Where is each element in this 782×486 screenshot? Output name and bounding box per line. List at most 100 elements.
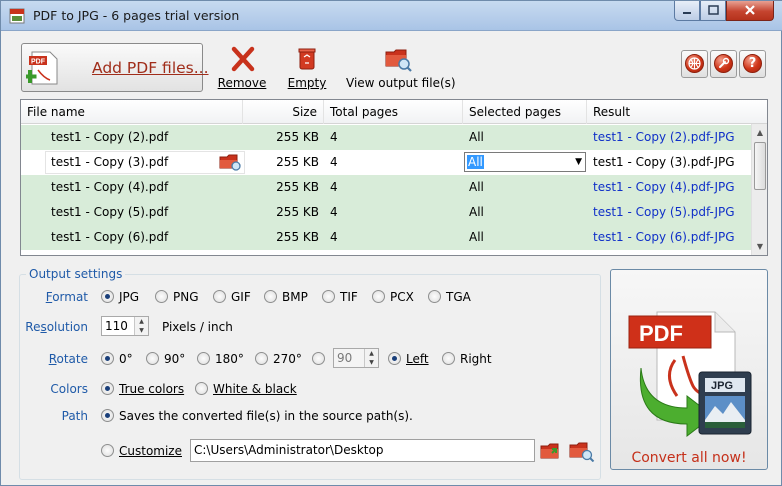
selected-pages-dropdown[interactable]: All ▼ xyxy=(464,152,586,172)
format-option-png[interactable]: PNG xyxy=(155,290,199,304)
radio-icon xyxy=(155,290,168,303)
radio-icon xyxy=(195,382,208,395)
format-option-bmp[interactable]: BMP xyxy=(264,290,308,304)
add-pdf-files-button[interactable]: PDF Add PDF files... xyxy=(21,43,209,92)
radio-icon xyxy=(101,409,114,422)
view-output-files-button[interactable]: View output file(s) xyxy=(346,45,456,93)
output-path-input[interactable]: C:\Users\Administrator\Desktop xyxy=(190,439,535,462)
radio-icon xyxy=(442,352,455,365)
remove-x-icon xyxy=(231,46,255,72)
vertical-scrollbar[interactable]: ▲ ▼ xyxy=(751,124,767,255)
pdf-badge: PDF xyxy=(639,321,683,346)
rotate-direction-left[interactable]: Left xyxy=(388,352,429,366)
column-header-size[interactable]: Size xyxy=(243,100,324,124)
convert-all-label: Convert all now! xyxy=(631,450,747,466)
remove-label: Remove xyxy=(217,76,267,90)
table-row[interactable]: test1 - Copy (6).pdf 255 KB 4 All test1 … xyxy=(21,225,751,250)
file-size-cell: 255 KB xyxy=(276,130,319,144)
help-icon: ? xyxy=(743,54,762,73)
result-link[interactable]: test1 - Copy (2).pdf-JPG xyxy=(593,125,751,150)
colors-option-true[interactable]: True colors xyxy=(101,382,184,396)
resolution-label: Resolution xyxy=(25,320,88,334)
spin-down-icon[interactable]: ▼ xyxy=(135,326,148,335)
selected-pages-cell[interactable]: All xyxy=(469,125,589,150)
chevron-down-icon: ▼ xyxy=(575,157,582,167)
scroll-up-icon[interactable]: ▲ xyxy=(752,124,767,141)
scroll-down-icon[interactable]: ▼ xyxy=(752,238,767,255)
resolution-stepper[interactable]: 110 ▲ ▼ xyxy=(101,316,149,336)
browse-folder-icon[interactable] xyxy=(540,441,562,461)
app-window: PDF to JPG - 6 pages trial version PDF A… xyxy=(0,0,782,486)
result-link[interactable]: test1 - Copy (3).pdf-JPG xyxy=(593,150,751,175)
svg-text:PDF: PDF xyxy=(31,59,46,66)
total-pages-cell: 4 xyxy=(330,180,338,194)
format-option-jpg[interactable]: JPG xyxy=(101,290,139,304)
path-label: Path xyxy=(61,409,88,423)
format-label: Format xyxy=(45,290,88,304)
column-header-file-name[interactable]: File name xyxy=(21,100,243,124)
radio-icon xyxy=(101,290,114,303)
format-option-tga[interactable]: TGA xyxy=(428,290,471,304)
total-pages-cell: 4 xyxy=(330,230,338,244)
spin-up-icon[interactable]: ▲ xyxy=(365,349,378,358)
format-option-tif[interactable]: TIF xyxy=(322,290,358,304)
column-header-selected-pages[interactable]: Selected pages xyxy=(463,100,587,124)
view-output-files-label: View output file(s) xyxy=(346,76,456,90)
colors-option-white-black[interactable]: White & black xyxy=(195,382,297,396)
selected-pages-cell[interactable]: All xyxy=(469,200,589,225)
radio-icon xyxy=(322,290,335,303)
table-row[interactable]: test1 - Copy (4).pdf 255 KB 4 All test1 … xyxy=(21,175,751,200)
resolution-value: 110 xyxy=(105,319,128,333)
path-option-source[interactable]: Saves the converted file(s) in the sourc… xyxy=(101,409,413,423)
minimize-icon xyxy=(683,12,691,14)
website-button[interactable] xyxy=(681,50,708,78)
app-icon xyxy=(9,8,25,24)
rotate-option-custom[interactable] xyxy=(312,352,330,366)
minimize-button[interactable] xyxy=(674,1,700,21)
table-row[interactable]: test1 - Copy (3).pdf 255 KB 4 All ▼ test… xyxy=(21,150,751,175)
result-link[interactable]: test1 - Copy (6).pdf-JPG xyxy=(593,225,751,250)
spin-down-icon[interactable]: ▼ xyxy=(365,358,378,367)
resolution-unit: Pixels / inch xyxy=(162,320,233,334)
open-folder-search-icon[interactable] xyxy=(569,440,595,462)
spin-up-icon[interactable]: ▲ xyxy=(135,317,148,326)
file-size-cell: 255 KB xyxy=(276,205,319,219)
pdf-to-jpg-icon: PDF JPG xyxy=(628,311,752,438)
result-link[interactable]: test1 - Copy (4).pdf-JPG xyxy=(593,175,751,200)
rotate-option-270[interactable]: 270° xyxy=(255,352,302,366)
file-size-cell: 255 KB xyxy=(276,180,319,194)
rotate-direction-right[interactable]: Right xyxy=(442,352,492,366)
radio-icon xyxy=(146,352,159,365)
file-name-cell: test1 - Copy (5).pdf xyxy=(51,205,169,219)
rotate-option-180[interactable]: 180° xyxy=(197,352,244,366)
rotate-option-90[interactable]: 90° xyxy=(146,352,185,366)
file-name-cell: test1 - Copy (2).pdf xyxy=(51,130,169,144)
column-header-result[interactable]: Result xyxy=(587,100,751,124)
result-link[interactable]: test1 - Copy (5).pdf-JPG xyxy=(593,200,751,225)
rotate-option-0[interactable]: 0° xyxy=(101,352,133,366)
table-row[interactable]: test1 - Copy (5).pdf 255 KB 4 All test1 … xyxy=(21,200,751,225)
remove-button[interactable]: Remove xyxy=(215,45,269,93)
jpg-badge: JPG xyxy=(711,380,733,392)
help-button[interactable]: ? xyxy=(739,50,766,78)
selected-pages-cell[interactable]: All xyxy=(469,225,589,250)
close-button[interactable] xyxy=(726,1,774,21)
empty-button[interactable]: Empty xyxy=(284,45,330,93)
maximize-button[interactable] xyxy=(700,1,726,21)
table-row[interactable]: test1 - Copy (2).pdf 255 KB 4 All test1 … xyxy=(21,125,751,150)
column-header-total-pages[interactable]: Total pages xyxy=(324,100,463,124)
selected-pages-cell[interactable]: All xyxy=(469,175,589,200)
path-option-customize[interactable]: Customize xyxy=(101,444,182,458)
row-folder-search-icon[interactable] xyxy=(219,153,243,172)
folder-search-icon xyxy=(385,49,412,72)
scroll-thumb[interactable] xyxy=(754,142,766,190)
custom-angle-stepper[interactable]: 90 ▲ ▼ xyxy=(333,348,379,368)
format-option-pcx[interactable]: PCX xyxy=(372,290,414,304)
total-pages-cell: 4 xyxy=(330,205,338,219)
window-title: PDF to JPG - 6 pages trial version xyxy=(33,8,240,23)
tools-button[interactable] xyxy=(710,50,737,78)
radio-icon xyxy=(388,352,401,365)
format-option-gif[interactable]: GIF xyxy=(213,290,251,304)
radio-icon xyxy=(101,382,114,395)
convert-all-button[interactable]: PDF JPG Convert all now! xyxy=(610,269,768,470)
